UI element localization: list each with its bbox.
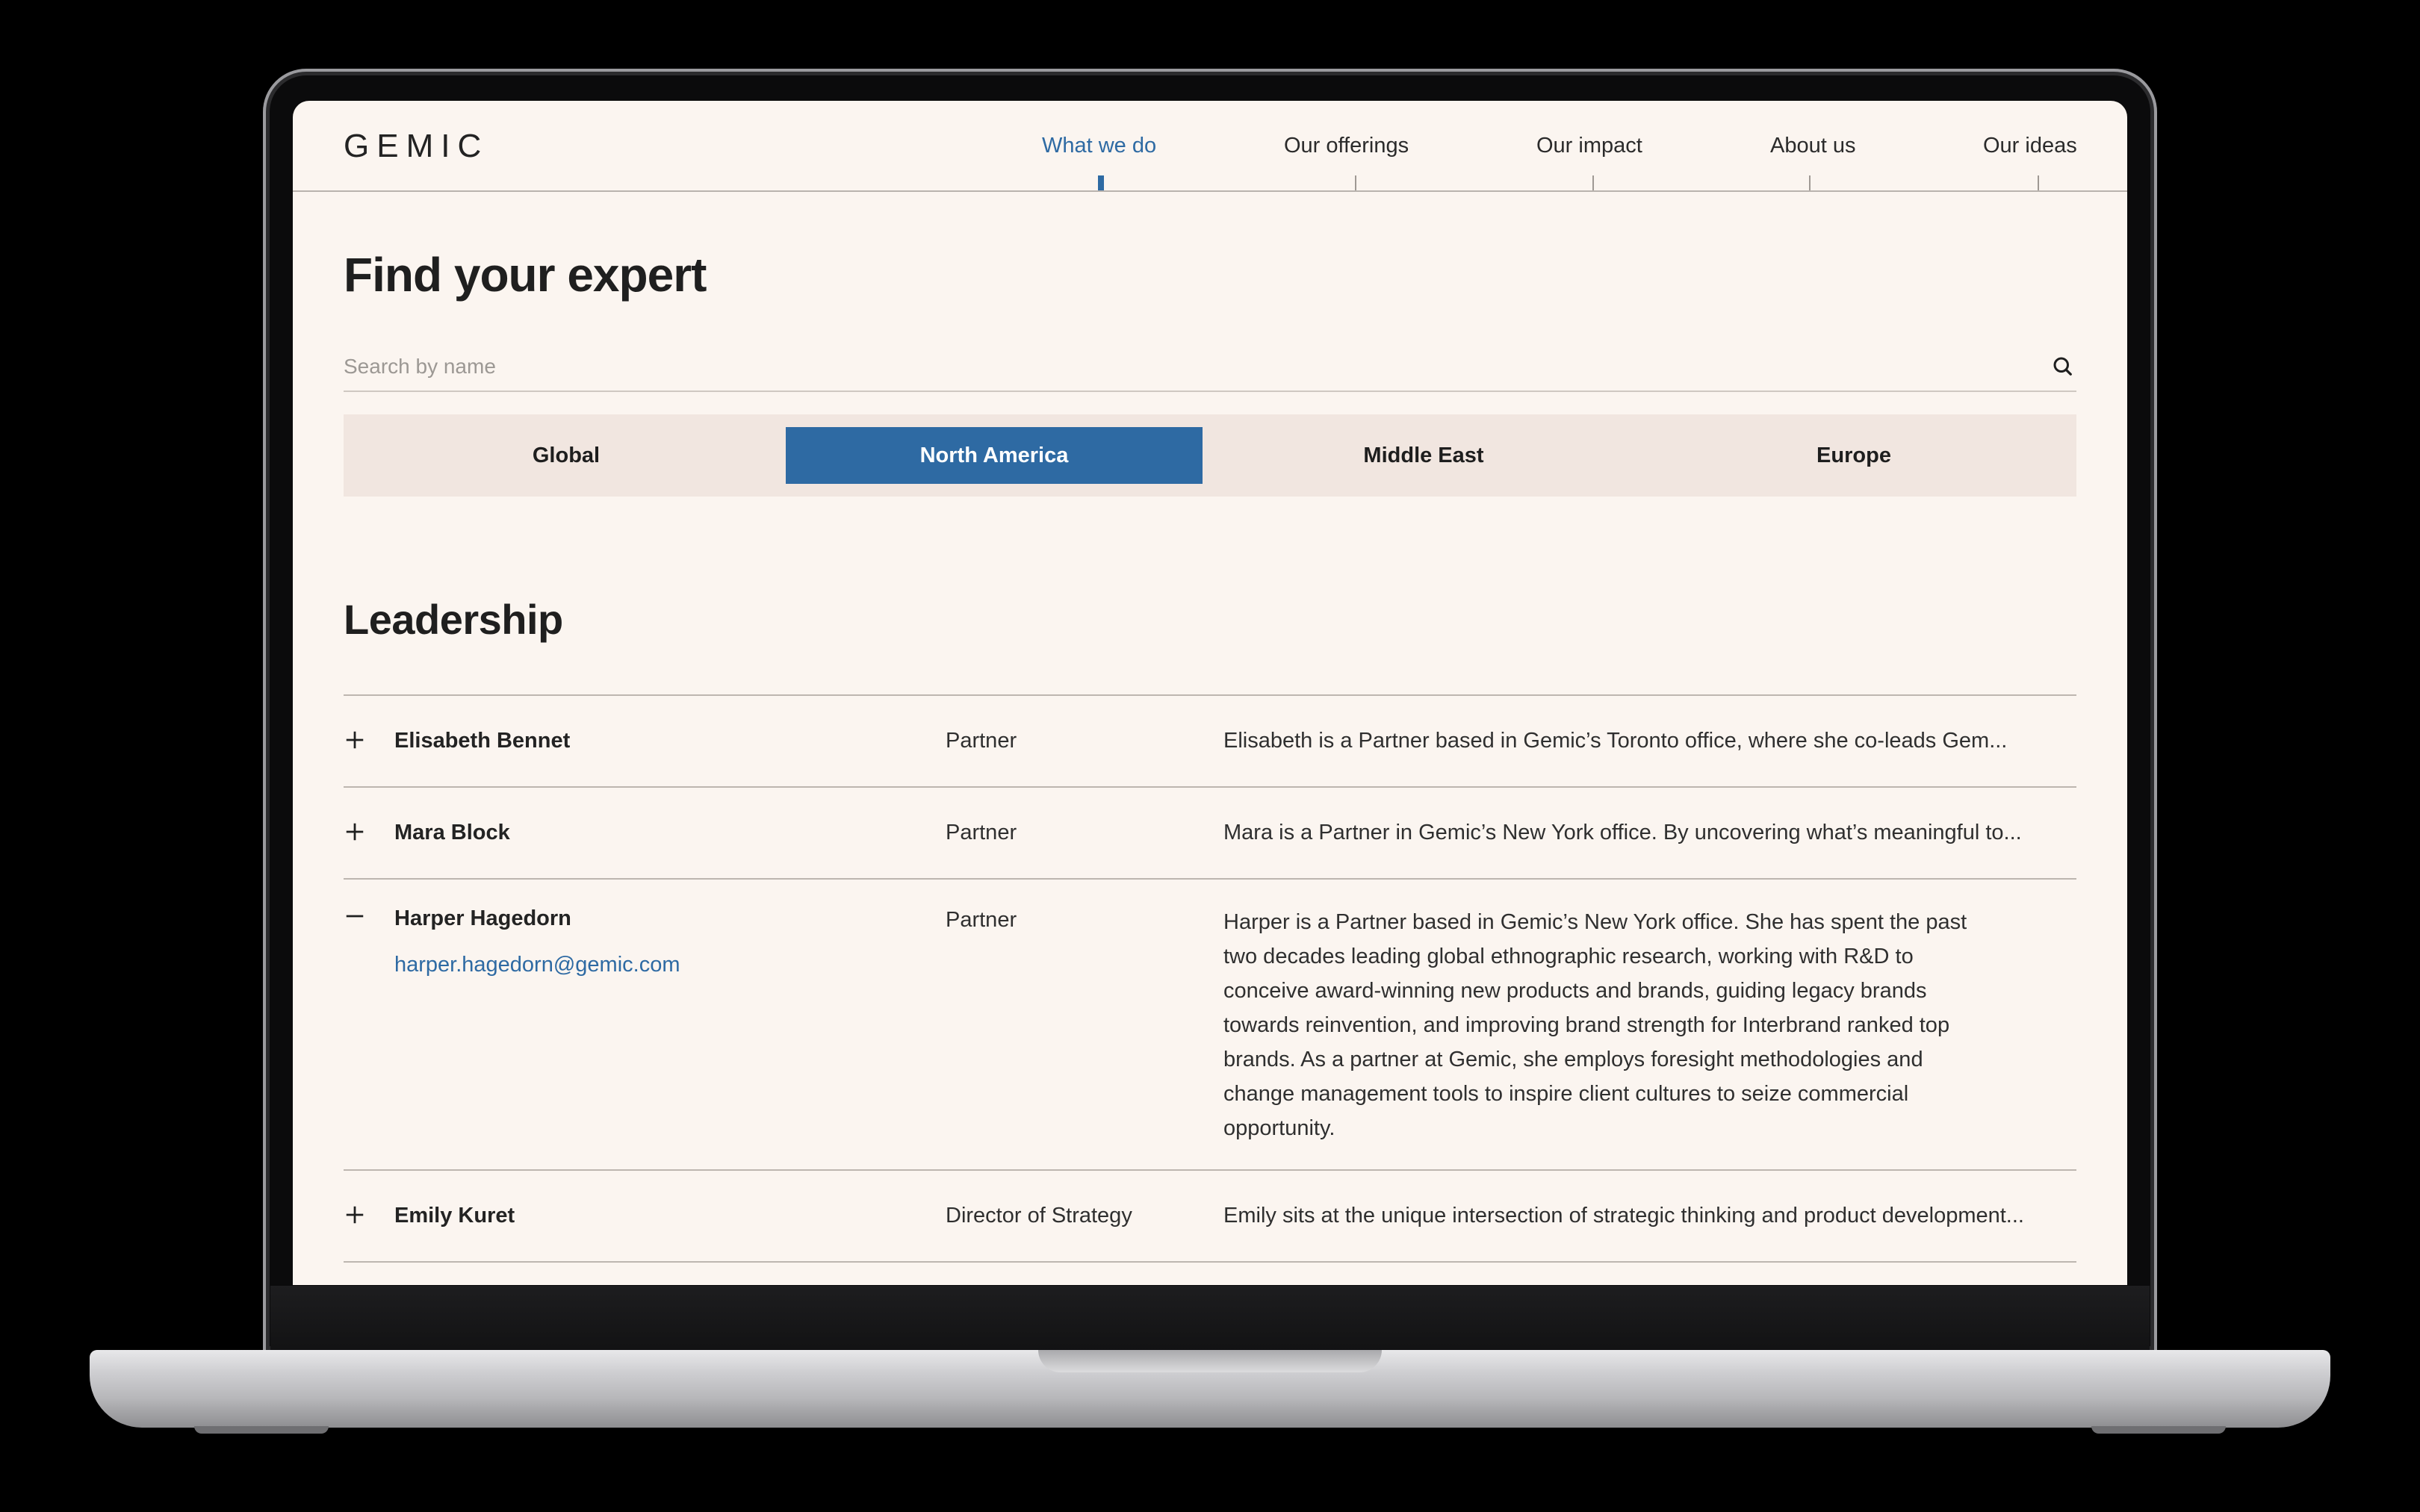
person-role: Partner	[946, 821, 1017, 844]
person-bio: Harper is a Partner based in Gemic’s New…	[1223, 910, 1967, 1140]
search-bar	[344, 347, 2076, 392]
plus-icon[interactable]	[344, 729, 366, 751]
laptop-foot-right	[2091, 1426, 2226, 1434]
person-name[interactable]: Mara Block	[394, 821, 510, 845]
nav-item-our-ideas[interactable]: Our ideas	[1983, 134, 2077, 158]
plus-icon[interactable]	[344, 821, 366, 843]
laptop-screen-chin	[270, 1286, 2150, 1353]
tab-north-america[interactable]: North America	[786, 427, 1203, 484]
laptop-mockup: GEMIC What we do Our offerings Our impac…	[0, 0, 2420, 1512]
person-name[interactable]: Harper Hagedorn	[394, 906, 571, 931]
person-name[interactable]: Emily Kuret	[394, 1204, 515, 1228]
nav-tick	[1592, 175, 1594, 190]
minus-icon[interactable]	[344, 905, 366, 927]
nav-active-indicator	[1098, 175, 1104, 190]
nav-tick	[2038, 175, 2039, 190]
nav-item-about-us[interactable]: About us	[1770, 134, 1855, 158]
person-bio: Mara is a Partner in Gemic’s New York of…	[1223, 821, 2022, 844]
person-bio: Elisabeth is a Partner based in Gemic’s …	[1223, 729, 2008, 753]
page-title: Find your expert	[344, 248, 707, 302]
person-role: Partner	[946, 908, 1017, 932]
nav-item-our-offerings[interactable]: Our offerings	[1284, 134, 1409, 158]
list-item-expanded[interactable]: Harper Hagedorn harper.hagedorn@gemic.co…	[344, 880, 2076, 1171]
browser-viewport: GEMIC What we do Our offerings Our impac…	[293, 101, 2127, 1285]
person-role: Director of Strategy	[946, 1204, 1132, 1228]
tab-middle-east[interactable]: Middle East	[1214, 427, 1633, 484]
person-role: Partner	[946, 729, 1017, 753]
section-title-leadership: Leadership	[344, 596, 563, 643]
nav-tick	[1355, 175, 1356, 190]
search-input[interactable]	[344, 352, 1987, 382]
tab-europe[interactable]: Europe	[1645, 427, 2063, 484]
laptop-foot-left	[194, 1426, 329, 1434]
laptop-opening-notch	[1038, 1350, 1382, 1372]
nav-tick	[1809, 175, 1811, 190]
plus-icon[interactable]	[344, 1204, 366, 1226]
search-icon[interactable]	[2051, 355, 2073, 377]
tab-global[interactable]: Global	[357, 427, 775, 484]
person-bio: Emily sits at the unique intersection of…	[1223, 1204, 2024, 1228]
nav-item-what-we-do[interactable]: What we do	[1042, 134, 1156, 158]
nav-item-our-impact[interactable]: Our impact	[1536, 134, 1642, 158]
leadership-list: Elisabeth Bennet Partner Elisabeth is a …	[344, 694, 2076, 1263]
person-email-link[interactable]: harper.hagedorn@gemic.com	[394, 953, 680, 977]
site-header: GEMIC What we do Our offerings Our impac…	[293, 101, 2127, 192]
list-item[interactable]: Elisabeth Bennet Partner Elisabeth is a …	[344, 696, 2076, 788]
list-item[interactable]: Mara Block Partner Mara is a Partner in …	[344, 788, 2076, 880]
region-tabs: Global North America Middle East Europe	[344, 414, 2076, 497]
person-name[interactable]: Elisabeth Bennet	[394, 729, 570, 753]
gemic-logo[interactable]: GEMIC	[344, 128, 488, 165]
list-item[interactable]: Emily Kuret Director of Strategy Emily s…	[344, 1171, 2076, 1263]
